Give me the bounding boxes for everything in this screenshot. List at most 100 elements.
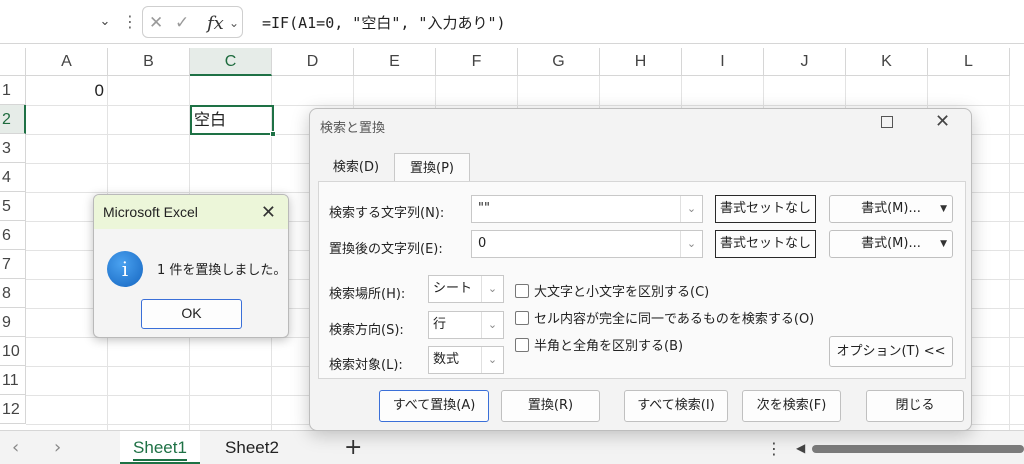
replace-label: 置換後の文字列(E): bbox=[329, 242, 443, 257]
find-next-button[interactable]: 次を検索(F) bbox=[742, 390, 841, 422]
row-header-5[interactable]: 5 bbox=[0, 192, 26, 221]
column-header-b[interactable]: B bbox=[108, 48, 190, 76]
match-entire-label: セル内容が完全に同一であるものを検索する(O) bbox=[534, 312, 815, 327]
message-text: 1 件を置換しました。 bbox=[157, 263, 287, 278]
column-header-l[interactable]: L bbox=[928, 48, 1010, 76]
format-button-label: 書式(M)... bbox=[861, 201, 921, 216]
column-header-g[interactable]: G bbox=[518, 48, 600, 76]
sheet-tab-sheet2[interactable]: Sheet2 bbox=[210, 431, 294, 464]
message-box-titlebar: Microsoft Excel ✕ bbox=[94, 195, 288, 229]
insert-function-icon[interactable]: fx bbox=[207, 13, 224, 34]
within-label: 検索場所(H): bbox=[329, 287, 406, 302]
chevron-left-icon[interactable]: ‹ bbox=[12, 437, 19, 458]
find-replace-dialog: 検索と置換 ✕ 検索(D) 置換(P) 検索する文字列(N): "" ⌄ 書式セ… bbox=[309, 108, 972, 431]
find-input[interactable]: "" ⌄ bbox=[471, 195, 703, 223]
row-header-7[interactable]: 7 bbox=[0, 250, 26, 279]
look-in-label: 検索対象(L): bbox=[329, 358, 403, 373]
options-button[interactable]: オプション(T) << bbox=[829, 336, 953, 367]
row-header-9[interactable]: 9 bbox=[0, 308, 26, 337]
row-header-6[interactable]: 6 bbox=[0, 221, 26, 250]
info-icon: i bbox=[107, 251, 143, 287]
formula-controls: ✕ ✓ fx ⌄ bbox=[142, 6, 243, 38]
close-icon[interactable]: ✕ bbox=[261, 195, 276, 229]
enter-icon[interactable]: ✓ bbox=[175, 13, 189, 33]
message-box: Microsoft Excel ✕ i 1 件を置換しました。 OK bbox=[93, 194, 289, 338]
caret-down-icon: ▼ bbox=[940, 204, 947, 214]
formula-bar: ⌄ ⋮ ✕ ✓ fx ⌄ =IF(A1=0, "空白", "入力あり") bbox=[0, 0, 1024, 44]
column-header-a[interactable]: A bbox=[26, 48, 108, 76]
fill-handle[interactable] bbox=[270, 131, 276, 137]
cancel-icon[interactable]: ✕ bbox=[149, 13, 163, 33]
close-button[interactable]: 閉じる bbox=[866, 390, 964, 422]
row-header-10[interactable]: 10 bbox=[0, 337, 26, 366]
match-case-label: 大文字と小文字を区別する(C) bbox=[534, 285, 710, 300]
row-header-3[interactable]: 3 bbox=[0, 134, 26, 163]
row-header-4[interactable]: 4 bbox=[0, 163, 26, 192]
select-all-corner[interactable] bbox=[0, 48, 26, 76]
chevron-down-icon[interactable]: ⌄ bbox=[229, 16, 239, 30]
replace-all-button[interactable]: すべて置換(A) bbox=[379, 390, 489, 422]
close-icon[interactable]: ✕ bbox=[935, 111, 950, 132]
column-header-h[interactable]: H bbox=[600, 48, 682, 76]
cell-c2-value: 空白 bbox=[194, 110, 227, 129]
column-header-d[interactable]: D bbox=[272, 48, 354, 76]
find-input-value: "" bbox=[478, 201, 490, 216]
tab-replace[interactable]: 置換(P) bbox=[394, 153, 470, 182]
maximize-icon[interactable] bbox=[881, 116, 893, 128]
within-select[interactable]: シート ⌄ bbox=[428, 275, 504, 303]
scroll-left-icon[interactable]: ◀ bbox=[796, 441, 805, 455]
cell-c2-selected[interactable]: 空白 bbox=[190, 105, 276, 137]
row-header-12[interactable]: 12 bbox=[0, 395, 26, 424]
match-byte-checkbox[interactable]: 半角と全角を区別する(B) bbox=[515, 335, 683, 354]
chevron-down-icon[interactable]: ⌄ bbox=[680, 231, 702, 257]
column-header-i[interactable]: I bbox=[682, 48, 764, 76]
tab-find[interactable]: 検索(D) bbox=[318, 153, 394, 182]
column-header-f[interactable]: F bbox=[436, 48, 518, 76]
row-header-1[interactable]: 1 bbox=[0, 76, 26, 105]
chevron-down-icon: ⌄ bbox=[481, 276, 503, 302]
chevron-right-icon[interactable]: › bbox=[54, 437, 61, 458]
look-in-value: 数式 bbox=[433, 352, 460, 367]
find-all-button[interactable]: すべて検索(I) bbox=[624, 390, 728, 422]
add-sheet-button[interactable]: + bbox=[344, 435, 362, 460]
column-header-k[interactable]: K bbox=[846, 48, 928, 76]
column-header-c[interactable]: C bbox=[190, 48, 272, 76]
sheet-tab-sheet1[interactable]: Sheet1 bbox=[120, 431, 200, 464]
dialog-title: 検索と置換 bbox=[320, 121, 386, 136]
more-options-icon[interactable]: ⋮ bbox=[122, 12, 138, 32]
row-header-11[interactable]: 11 bbox=[0, 366, 26, 395]
checkbox-box[interactable] bbox=[515, 311, 529, 325]
format-button-replace[interactable]: 書式(M)... ▼ bbox=[829, 230, 953, 258]
name-box-dropdown-icon[interactable]: ⌄ bbox=[96, 14, 114, 30]
more-options-icon[interactable]: ⋮ bbox=[766, 439, 782, 458]
look-in-select[interactable]: 数式 ⌄ bbox=[428, 346, 504, 374]
formula-input[interactable]: =IF(A1=0, "空白", "入力あり") bbox=[262, 12, 506, 33]
within-select-value: シート bbox=[433, 281, 473, 296]
replace-button[interactable]: 置換(R) bbox=[501, 390, 600, 422]
column-header-e[interactable]: E bbox=[354, 48, 436, 76]
format-button-label: 書式(M)... bbox=[861, 236, 921, 251]
ok-button[interactable]: OK bbox=[141, 299, 242, 329]
sheet-tab-bar: ‹ › Sheet1 Sheet2 + ⋮ ◀ bbox=[0, 430, 1024, 464]
row-header-8[interactable]: 8 bbox=[0, 279, 26, 308]
chevron-down-icon[interactable]: ⌄ bbox=[680, 196, 702, 222]
checkbox-box[interactable] bbox=[515, 338, 529, 352]
format-button-find[interactable]: 書式(M)... ▼ bbox=[829, 195, 953, 223]
checkbox-box[interactable] bbox=[515, 284, 529, 298]
message-box-title: Microsoft Excel bbox=[103, 204, 198, 220]
row-header-2[interactable]: 2 bbox=[0, 105, 26, 134]
horizontal-scrollbar[interactable] bbox=[812, 445, 1024, 453]
match-case-checkbox[interactable]: 大文字と小文字を区別する(C) bbox=[515, 281, 709, 300]
replace-input-value: 0 bbox=[478, 236, 487, 251]
no-format-preview: 書式セットなし bbox=[715, 195, 816, 223]
caret-down-icon: ▼ bbox=[940, 239, 947, 249]
search-direction-value: 行 bbox=[433, 317, 447, 332]
replace-input[interactable]: 0 ⌄ bbox=[471, 230, 703, 258]
find-label: 検索する文字列(N): bbox=[329, 206, 445, 221]
cell-a1[interactable]: 0 bbox=[26, 78, 108, 104]
chevron-down-icon: ⌄ bbox=[481, 347, 503, 373]
search-direction-select[interactable]: 行 ⌄ bbox=[428, 311, 504, 339]
match-entire-cell-checkbox[interactable]: セル内容が完全に同一であるものを検索する(O) bbox=[515, 308, 814, 327]
replace-panel: 検索する文字列(N): "" ⌄ 書式セットなし 書式(M)... ▼ 置換後の… bbox=[318, 181, 966, 379]
column-header-j[interactable]: J bbox=[764, 48, 846, 76]
